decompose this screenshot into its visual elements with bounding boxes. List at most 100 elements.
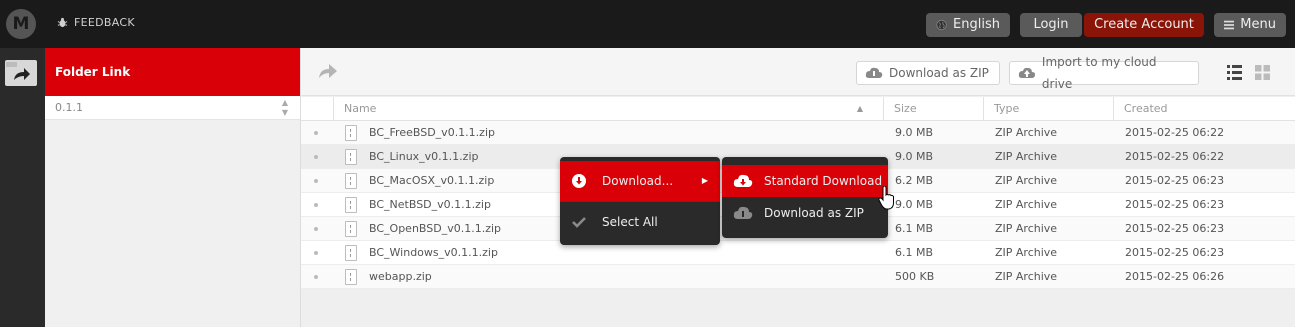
file-created: 2015-02-25 06:23: [1125, 174, 1225, 187]
folder-link-header: Folder Link: [45, 48, 300, 96]
submenu-standard-download[interactable]: Standard Download: [722, 165, 888, 197]
cloud-upload-icon: [1018, 67, 1036, 78]
hand-cursor-icon: [878, 186, 894, 210]
file-created: 2015-02-25 06:22: [1125, 126, 1225, 139]
folder-share-icon: [6, 62, 36, 85]
login-label: Login: [1033, 17, 1069, 32]
language-button[interactable]: English: [926, 13, 1010, 37]
menu-label: Menu: [1240, 17, 1276, 32]
row-handle-icon: [314, 251, 318, 255]
file-name: BC_Linux_v0.1.1.zip: [369, 150, 479, 163]
context-menu-select-all-label: Select All: [602, 215, 658, 229]
file-size: 500 KB: [895, 270, 935, 283]
table-header: Name ▲ Size Type Created: [301, 97, 1295, 121]
table-row[interactable]: webapp.zip 500 KB ZIP Archive 2015-02-25…: [301, 265, 1295, 289]
zip-file-icon: [345, 269, 357, 285]
created-column-header[interactable]: Created: [1113, 97, 1295, 121]
folder-link-nav-button[interactable]: [5, 60, 37, 86]
import-to-cloud-button[interactable]: Import to my cloud drive: [1009, 55, 1199, 91]
file-created: 2015-02-25 06:22: [1125, 150, 1225, 163]
file-size: 9.0 MB: [895, 126, 934, 139]
login-button[interactable]: Login: [1020, 13, 1082, 37]
file-name: webapp.zip: [369, 270, 432, 283]
file-type: ZIP Archive: [995, 246, 1058, 259]
mega-logo[interactable]: M: [6, 9, 36, 39]
file-type: ZIP Archive: [995, 270, 1058, 283]
context-menu: Download... ▶ Select All: [560, 157, 720, 245]
globe-icon: [936, 19, 947, 31]
folder-tree-item[interactable]: 0.1.1 ▲ ▼: [45, 96, 300, 120]
cloud-download-icon: [733, 174, 753, 187]
context-menu-select-all[interactable]: Select All: [560, 202, 720, 242]
zip-icon: [865, 67, 883, 78]
feedback-link[interactable]: FEEDBACK: [57, 16, 135, 29]
file-name: BC_NetBSD_v0.1.1.zip: [369, 198, 491, 211]
file-name: BC_Windows_v0.1.1.zip: [369, 246, 498, 259]
row-handle-icon: [314, 227, 318, 231]
file-type: ZIP Archive: [995, 126, 1058, 139]
zip-file-icon: [345, 173, 357, 189]
file-toolbar: Download as ZIP Import to my cloud drive: [301, 48, 1295, 96]
row-handle-icon: [314, 131, 318, 135]
size-column-header[interactable]: Size: [883, 97, 983, 121]
feedback-label: FEEDBACK: [74, 16, 135, 29]
menu-button[interactable]: Menu: [1214, 13, 1286, 37]
file-name: BC_FreeBSD_v0.1.1.zip: [369, 126, 495, 139]
language-label: English: [953, 17, 1000, 32]
icon-column: [0, 48, 45, 327]
top-bar: M FEEDBACK English Login Create Account …: [0, 0, 1295, 48]
hamburger-icon: [1224, 20, 1235, 30]
list-view-icon[interactable]: [1227, 65, 1242, 80]
grid-view-icon[interactable]: [1255, 65, 1270, 80]
zip-file-icon: [345, 125, 357, 141]
download-as-zip-label: Download as ZIP: [889, 66, 989, 80]
zip-file-icon: [345, 221, 357, 237]
share-arrow-icon[interactable]: [317, 62, 339, 80]
sort-arrows-icon: ▲ ▼: [281, 98, 288, 117]
download-circle-icon: [572, 174, 586, 188]
file-size: 9.0 MB: [895, 150, 934, 163]
file-created: 2015-02-25 06:23: [1125, 246, 1225, 259]
zip-cloud-icon: [733, 206, 753, 219]
create-account-button[interactable]: Create Account: [1084, 13, 1204, 37]
download-as-zip-button[interactable]: Download as ZIP: [856, 61, 1000, 85]
zip-file-icon: [345, 149, 357, 165]
context-menu-download[interactable]: Download... ▶: [560, 161, 720, 201]
submenu-download-as-zip-label: Download as ZIP: [764, 206, 864, 220]
download-submenu: Standard Download Download as ZIP: [722, 157, 888, 238]
file-created: 2015-02-25 06:26: [1125, 270, 1225, 283]
file-created: 2015-02-25 06:23: [1125, 222, 1225, 235]
create-account-label: Create Account: [1094, 17, 1194, 32]
table-row[interactable]: BC_Windows_v0.1.1.zip 6.1 MB ZIP Archive…: [301, 241, 1295, 265]
import-to-cloud-label: Import to my cloud drive: [1041, 55, 1157, 91]
file-type: ZIP Archive: [995, 174, 1058, 187]
file-created: 2015-02-25 06:23: [1125, 198, 1225, 211]
row-handle-icon: [314, 155, 318, 159]
file-type: ZIP Archive: [995, 150, 1058, 163]
zip-file-icon: [345, 197, 357, 213]
folder-panel: Folder Link 0.1.1 ▲ ▼: [45, 48, 301, 327]
folder-tree-item-label: 0.1.1: [55, 101, 83, 114]
submenu-download-as-zip[interactable]: Download as ZIP: [722, 197, 888, 229]
submenu-arrow-icon: ▶: [701, 176, 708, 185]
checkmark-icon: [572, 217, 586, 228]
context-menu-download-label: Download...: [602, 174, 674, 188]
row-handle-icon: [314, 275, 318, 279]
file-name: BC_OpenBSD_v0.1.1.zip: [369, 222, 502, 235]
name-column-header[interactable]: Name ▲: [333, 97, 883, 121]
file-type: ZIP Archive: [995, 222, 1058, 235]
file-size: 6.2 MB: [895, 174, 934, 187]
row-handle-icon: [314, 179, 318, 183]
file-size: 9.0 MB: [895, 198, 934, 211]
sort-ascending-icon: ▲: [856, 104, 863, 113]
bug-icon: [57, 17, 68, 28]
file-name: BC_MacOSX_v0.1.1.zip: [369, 174, 495, 187]
type-column-header[interactable]: Type: [983, 97, 1113, 121]
zip-file-icon: [345, 245, 357, 261]
submenu-standard-download-label: Standard Download: [764, 174, 883, 188]
row-handle-icon: [314, 203, 318, 207]
table-row[interactable]: BC_FreeBSD_v0.1.1.zip 9.0 MB ZIP Archive…: [301, 121, 1295, 145]
name-header-label: Name: [344, 102, 377, 115]
file-size: 6.1 MB: [895, 222, 934, 235]
file-size: 6.1 MB: [895, 246, 934, 259]
